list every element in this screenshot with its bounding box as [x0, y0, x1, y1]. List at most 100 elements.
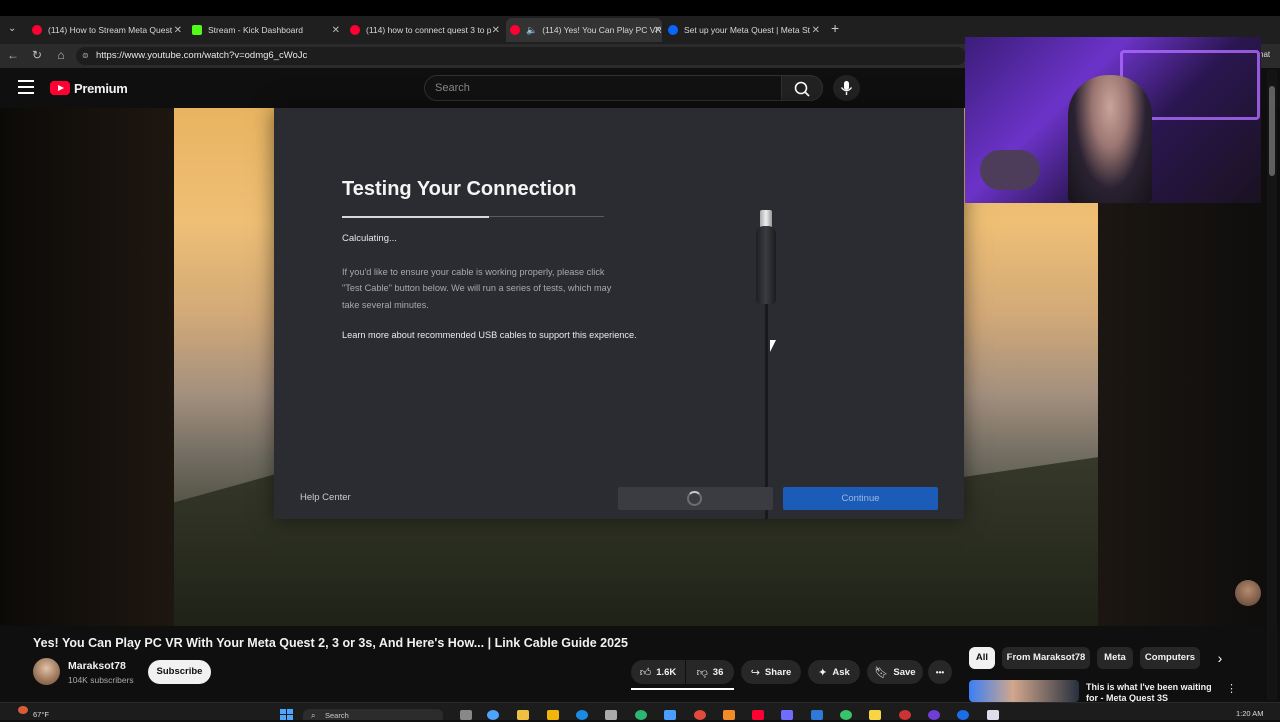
file-explorer-icon[interactable]: [460, 710, 472, 720]
home-icon[interactable]: ⌂: [54, 48, 68, 62]
share-button[interactable]: ↪ Share: [741, 660, 801, 684]
bookmark-icon: 🔖︎: [874, 666, 889, 679]
chevron-right-icon[interactable]: ›: [1210, 648, 1230, 668]
app-icon[interactable]: [928, 710, 940, 720]
continue-button[interactable]: Continue: [783, 487, 938, 510]
windows-start-icon[interactable]: [280, 709, 293, 720]
hamburger-menu-icon[interactable]: [18, 80, 34, 94]
mouse-cursor-icon: [770, 340, 776, 352]
speaker-icon[interactable]: 🔈: [526, 25, 537, 36]
share-icon: ↪: [750, 666, 760, 679]
app-icon[interactable]: [840, 710, 852, 720]
recommended-thumbnail[interactable]: [969, 680, 1079, 702]
floating-avatar[interactable]: [1235, 580, 1261, 606]
video-left-ambient: [0, 108, 174, 626]
app-icon[interactable]: [781, 710, 793, 720]
like-active-indicator: [631, 688, 734, 690]
app-icon[interactable]: [635, 710, 647, 720]
youtube-favicon-icon: [32, 25, 42, 35]
site-info-icon[interactable]: ⊜: [82, 47, 89, 65]
app-icon[interactable]: [547, 710, 559, 720]
tab-label: Stream - Kick Dashboard: [208, 25, 303, 35]
channel-avatar[interactable]: [33, 658, 60, 685]
browser-tab-active[interactable]: 🔈 (114) Yes! You Can Play PC VR ✕: [506, 18, 662, 42]
new-tab-button[interactable]: +: [831, 20, 839, 36]
save-label: Save: [893, 666, 916, 678]
share-label: Share: [764, 666, 792, 678]
more-actions-button[interactable]: •••: [928, 660, 952, 684]
channel-name[interactable]: Maraksot78: [68, 660, 126, 672]
kick-favicon-icon: [192, 25, 202, 35]
browser-tab[interactable]: Stream - Kick Dashboard ✕: [192, 18, 340, 42]
like-button[interactable]: 👍︎ 1.6K: [631, 660, 685, 684]
app-icon[interactable]: [576, 710, 588, 720]
dialog-body-text: If you'd like to ensure your cable is wo…: [342, 267, 612, 310]
url-field[interactable]: ⊜ https://www.youtube.com/watch?v=odmg6_…: [76, 47, 966, 65]
browser-tab[interactable]: (114) How to Stream Meta Quest ✕: [32, 18, 182, 42]
tab-close-icon[interactable]: ✕: [812, 25, 820, 36]
app-icon[interactable]: [605, 710, 617, 720]
search-button[interactable]: [781, 75, 823, 101]
browser-tab[interactable]: (114) how to connect quest 3 to p ✕: [350, 18, 500, 42]
status-text: Calculating...: [342, 233, 397, 244]
tab-close-icon[interactable]: ✕: [492, 25, 500, 36]
save-button[interactable]: 🔖︎ Save: [867, 660, 923, 684]
youtube-favicon-icon: [510, 25, 520, 35]
dialog-title: Testing Your Connection: [342, 178, 577, 200]
app-icon[interactable]: [664, 710, 676, 720]
tab-label: (114) how to connect quest 3 to p: [366, 25, 492, 35]
voice-search-button[interactable]: [833, 75, 860, 101]
recommended-title[interactable]: This is what I've been waiting for - Met…: [1086, 682, 1221, 702]
ask-button[interactable]: ✦ Ask: [808, 660, 860, 684]
tab-close-icon[interactable]: ✕: [654, 25, 662, 36]
help-center-link[interactable]: Help Center: [300, 492, 351, 503]
youtube-premium-logo[interactable]: Premium: [50, 80, 128, 96]
app-icon[interactable]: [869, 710, 881, 720]
browser-tab[interactable]: Set up your Meta Quest | Meta St ✕: [668, 18, 820, 42]
top-black-bar: [0, 0, 1280, 16]
reload-icon[interactable]: ↻: [30, 48, 44, 62]
tab-list-chevron-icon[interactable]: ⌄: [8, 23, 16, 34]
search-input[interactable]: Search: [424, 75, 782, 101]
app-icon[interactable]: [487, 710, 499, 720]
app-icon[interactable]: [723, 710, 735, 720]
tab-label: (114) How to Stream Meta Quest: [48, 25, 173, 35]
subscribe-button[interactable]: Subscribe: [148, 660, 211, 684]
app-icon[interactable]: [811, 710, 823, 720]
chip-all[interactable]: All: [969, 647, 995, 669]
meta-icon[interactable]: [957, 710, 969, 720]
taskbar-clock[interactable]: 1:20 AM: [1236, 709, 1264, 718]
like-count: 1.6K: [656, 666, 677, 678]
webcam-foreground: [980, 150, 1040, 190]
usb-cable-link[interactable]: Learn more about recommended USB cables …: [342, 330, 637, 340]
chip-computers[interactable]: Computers: [1140, 647, 1200, 669]
search-icon: [794, 81, 810, 97]
weather-text[interactable]: 67°F: [33, 710, 49, 719]
recommended-more-icon[interactable]: ⋮: [1226, 682, 1237, 695]
microphone-icon: [840, 81, 853, 95]
sparkle-icon: ✦: [818, 666, 828, 679]
app-icon[interactable]: [899, 710, 911, 720]
chip-meta[interactable]: Meta: [1097, 647, 1133, 669]
ask-label: Ask: [832, 666, 850, 678]
tab-label: (114) Yes! You Can Play PC VR: [542, 25, 662, 35]
chip-from-channel[interactable]: From Maraksot78: [1002, 647, 1090, 669]
tab-close-icon[interactable]: ✕: [174, 25, 182, 36]
tab-label: Set up your Meta Quest | Meta St: [684, 25, 810, 35]
youtube-play-icon: [50, 81, 70, 95]
progress-fill: [342, 216, 489, 218]
chrome-icon[interactable]: [694, 710, 706, 720]
tab-close-icon[interactable]: ✕: [332, 25, 340, 36]
weather-icon[interactable]: [18, 706, 28, 714]
taskbar-search[interactable]: ⌕ Search: [303, 709, 443, 720]
app-icon[interactable]: [987, 710, 999, 720]
meta-setup-dialog: [274, 108, 964, 519]
youtube-icon[interactable]: [752, 710, 764, 720]
folder-icon[interactable]: [517, 710, 529, 720]
dislike-button[interactable]: 👎︎ 36: [686, 660, 734, 684]
thumbs-down-icon: 👎︎: [696, 666, 708, 679]
scrollbar-thumb[interactable]: [1269, 86, 1275, 176]
youtube-favicon-icon: [350, 25, 360, 35]
back-icon[interactable]: ←: [6, 48, 20, 62]
meta-favicon-icon: [668, 25, 678, 35]
